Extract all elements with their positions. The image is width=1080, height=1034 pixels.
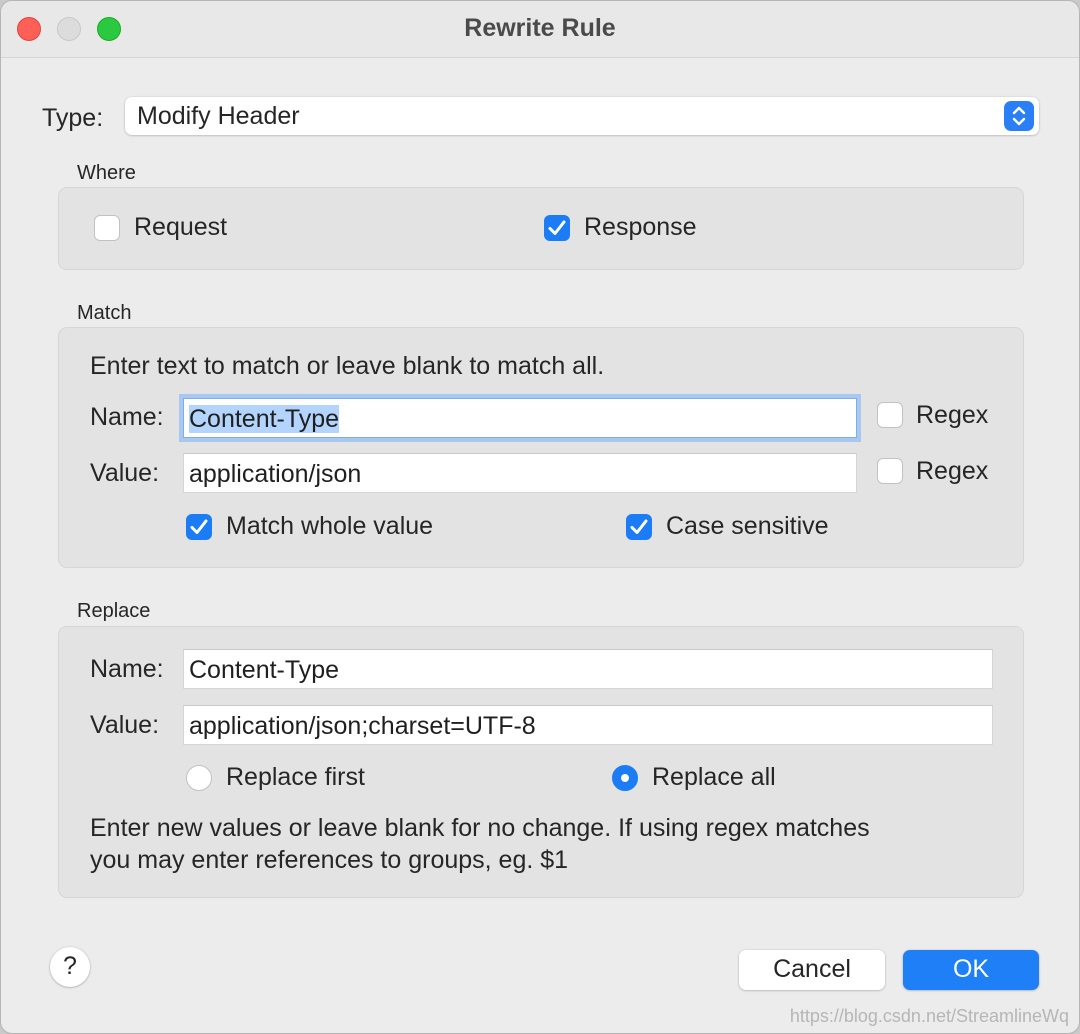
replace-value-input[interactable]: application/json;charset=UTF-8	[183, 705, 993, 745]
case-sensitive-checkbox[interactable]	[626, 514, 652, 540]
response-checkbox[interactable]	[544, 215, 570, 241]
match-value-regex-label: Regex	[916, 457, 989, 485]
replace-all-radio[interactable]	[612, 765, 638, 791]
request-checkbox[interactable]	[94, 215, 120, 241]
response-label: Response	[584, 213, 697, 241]
match-value-regex-checkbox[interactable]	[877, 458, 903, 484]
type-select-value: Modify Header	[137, 102, 300, 130]
replace-name-value: Content-Type	[189, 656, 340, 684]
cancel-button[interactable]: Cancel	[739, 950, 885, 990]
case-sensitive-label: Case sensitive	[666, 512, 829, 540]
match-group: Enter text to match or leave blank to ma…	[58, 327, 1024, 568]
match-name-regex-checkbox[interactable]	[877, 402, 903, 428]
match-value-label: Value:	[90, 459, 160, 487]
replace-value-label: Value:	[90, 711, 160, 739]
match-whole-value-checkbox[interactable]	[186, 514, 212, 540]
match-section-label: Match	[77, 302, 132, 324]
watermark-text: https://blog.csdn.net/StreamlineWq	[789, 1006, 1069, 1026]
match-whole-value-label: Match whole value	[226, 512, 434, 540]
checkmark-icon	[190, 519, 208, 534]
match-name-value: Content-Type	[189, 405, 340, 433]
checkmark-icon	[548, 220, 566, 235]
window-title: Rewrite Rule	[464, 14, 616, 42]
match-name-regex-label: Regex	[916, 401, 989, 429]
type-label: Type:	[42, 104, 104, 132]
replace-hint-line-1: Enter new values or leave blank for no c…	[90, 814, 870, 842]
replace-first-label: Replace first	[226, 763, 365, 791]
replace-group: Name: Content-Type Value: application/js…	[58, 626, 1024, 898]
match-value-value: application/json	[189, 460, 362, 488]
replace-all-label: Replace all	[652, 763, 776, 791]
ok-button[interactable]: OK	[903, 950, 1039, 990]
title-bar: Rewrite Rule	[1, 1, 1079, 58]
replace-name-label: Name:	[90, 655, 164, 683]
match-name-label: Name:	[90, 403, 164, 431]
replace-value-value: application/json;charset=UTF-8	[189, 712, 536, 740]
replace-section-label: Replace	[77, 600, 151, 622]
select-stepper-icon	[1004, 101, 1034, 131]
replace-first-radio[interactable]	[186, 765, 212, 791]
checkmark-icon	[630, 519, 648, 534]
match-value-input[interactable]: application/json	[183, 453, 857, 493]
request-label: Request	[134, 213, 228, 241]
help-button[interactable]: ?	[50, 947, 90, 987]
type-select[interactable]: Modify Header	[125, 97, 1039, 135]
replace-hint-line-2: you may enter references to groups, eg. …	[90, 846, 569, 874]
where-section-label: Where	[77, 162, 136, 184]
match-name-input[interactable]: Content-Type	[183, 398, 857, 438]
rewrite-rule-dialog: Rewrite Rule Type: Modify Header Where R…	[0, 0, 1080, 1034]
where-group: Request Response	[58, 187, 1024, 270]
match-hint: Enter text to match or leave blank to ma…	[90, 352, 605, 380]
replace-name-input[interactable]: Content-Type	[183, 649, 993, 689]
